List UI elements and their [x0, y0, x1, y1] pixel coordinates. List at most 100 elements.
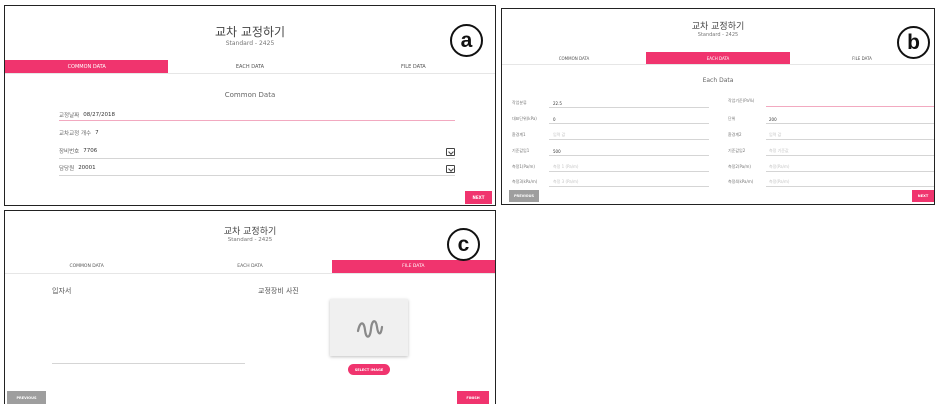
row-3-left[interactable]: 환경계1 입력 값: [512, 132, 565, 138]
row-5-right-value: 측정(Pa/m): [769, 164, 790, 169]
row-4-right-label: 기준값입2: [728, 148, 746, 153]
section-title: Common Data: [224, 91, 276, 99]
date-field[interactable]: 교정날짜 08/27/2018: [59, 111, 115, 119]
row-2-left-underline: [549, 123, 709, 124]
row-4-left-label: 기준값입1: [512, 148, 530, 153]
date-underline: [59, 120, 455, 121]
tab-file-data[interactable]: FILE DATA: [331, 260, 495, 273]
row-2-left-value: 0: [553, 116, 556, 122]
row-6-right-label: 측정4(kPa/m): [728, 179, 754, 184]
row-4-left[interactable]: 기준값입1 500: [512, 148, 561, 154]
tab-bar: COMMON DATA EACH DATA FILE DATA: [5, 60, 495, 74]
row-3-right-value: 입력 값: [769, 132, 782, 137]
row-4-right[interactable]: 기준값입2 측정 기준값: [728, 148, 789, 154]
row-5-right-underline: [766, 171, 934, 172]
manager-label: 담당원: [59, 166, 75, 172]
row-1-right[interactable]: 작업기준(Pa%): [728, 98, 769, 104]
tab-common-data[interactable]: COMMON DATA: [5, 60, 169, 73]
row-2-left-label: 대표단위(kPa): [512, 116, 537, 121]
photo-label: 교정장비 사진: [258, 287, 299, 295]
finish-button[interactable]: FINISH: [457, 391, 489, 404]
equipment-value: 7706: [83, 148, 98, 154]
row-6-right-underline: [766, 186, 934, 187]
row-1-right-label: 작업기준(Pa%): [728, 98, 755, 103]
date-label: 교정날짜: [59, 113, 80, 119]
tab-common-data[interactable]: COMMON DATA: [502, 52, 646, 64]
row-1-left[interactable]: 작업분류 22.5: [512, 100, 562, 106]
panel-file-data: 교차 교정하기 Standard - 2425 COMMON DATA EACH…: [4, 210, 496, 404]
row-2-right-value: 200: [769, 116, 777, 122]
row-6-right[interactable]: 측정4(kPa/m) 측정(Pa/m): [728, 179, 789, 185]
row-4-right-underline: [766, 155, 934, 156]
badge-c: c: [447, 228, 480, 261]
row-3-left-underline: [549, 139, 709, 140]
row-6-left-label: 측정3(kPa/m): [512, 179, 538, 184]
row-3-right-underline: [766, 139, 934, 140]
page-subtitle: Standard - 2425: [697, 32, 739, 38]
tab-each-data[interactable]: EACH DATA: [168, 260, 331, 273]
row-6-left[interactable]: 측정3(kPa/m) 측정 3 (Pa/m): [512, 179, 579, 185]
next-button[interactable]: NEXT: [912, 190, 934, 202]
manager-value: 20001: [78, 165, 96, 171]
equipment-dropdown-icon[interactable]: [446, 148, 455, 156]
manager-underline: [59, 175, 455, 176]
panel-each-data: 교차 교정하기 Standard - 2425 COMMON DATA EACH…: [501, 8, 935, 205]
panel-common-data: 교차 교정하기 Standard - 2425 COMMON DATA EACH…: [4, 5, 496, 206]
page-title: 교차 교정하기: [691, 22, 745, 32]
row-1-left-label: 작업분류: [512, 100, 527, 105]
tab-each-data[interactable]: EACH DATA: [646, 52, 790, 64]
row-3-right-label: 환경계2: [728, 132, 742, 137]
count-value: 7: [95, 130, 99, 136]
tab-bar: COMMON DATA EACH DATA FILE DATA: [5, 260, 495, 274]
tab-file-data[interactable]: FILE DATA: [332, 60, 495, 73]
row-1-left-underline: [549, 107, 709, 108]
row-6-left-underline: [549, 186, 709, 187]
row-3-left-label: 환경계1: [512, 132, 526, 137]
photo-preview: [330, 299, 408, 356]
row-5-left[interactable]: 측정1(Pa/m) 측정 1 (Pa/m): [512, 164, 579, 170]
row-1-right-underline: [766, 106, 934, 107]
page-title: 교차 교정하기: [214, 25, 286, 39]
previous-button[interactable]: PREVIOUS: [509, 190, 539, 202]
count-label: 교차교정 개수: [59, 131, 92, 137]
previous-button[interactable]: PREVIOUS: [7, 391, 46, 404]
row-6-left-value: 측정 3 (Pa/m): [553, 179, 579, 184]
page-subtitle: Standard - 2425: [227, 237, 273, 243]
tab-common-data[interactable]: COMMON DATA: [5, 260, 168, 273]
row-5-right-label: 측정2(Pa/m): [728, 164, 751, 169]
row-2-right-label: 단위: [728, 116, 736, 121]
manager-field[interactable]: 담당원 20001: [59, 164, 96, 172]
squiggle-photo-placeholder-icon: [356, 320, 384, 338]
row-1-left-value: 22.5: [553, 100, 562, 106]
badge-a: a: [450, 24, 483, 57]
row-5-left-underline: [549, 171, 709, 172]
equipment-field[interactable]: 장비번호 7706: [59, 147, 97, 155]
equipment-underline: [59, 158, 455, 159]
row-3-right[interactable]: 환경계2 입력 값: [728, 132, 781, 138]
equipment-label: 장비번호: [59, 149, 80, 155]
row-4-left-underline: [549, 155, 709, 156]
count-field[interactable]: 교차교정 개수 7: [59, 129, 99, 137]
select-image-button[interactable]: SELECT IMAGE: [348, 364, 390, 375]
section-title: Each Data: [702, 77, 734, 84]
row-5-left-value: 측정 1 (Pa/m): [553, 164, 579, 169]
signature-line[interactable]: [52, 363, 245, 364]
row-4-left-value: 500: [553, 148, 561, 154]
row-2-left[interactable]: 대표단위(kPa) 0: [512, 116, 556, 122]
row-5-right[interactable]: 측정2(Pa/m) 측정(Pa/m): [728, 164, 789, 170]
row-6-right-value: 측정(Pa/m): [769, 179, 790, 184]
row-5-left-label: 측정1(Pa/m): [512, 164, 535, 169]
manager-dropdown-icon[interactable]: [446, 165, 455, 173]
row-2-right[interactable]: 단위 200: [728, 116, 777, 122]
tab-each-data[interactable]: EACH DATA: [168, 60, 331, 73]
next-button[interactable]: NEXT: [465, 191, 492, 204]
date-value: 08/27/2018: [83, 112, 115, 118]
row-2-right-underline: [766, 123, 934, 124]
signature-label: 입자서: [52, 287, 72, 295]
row-4-right-value: 측정 기준값: [769, 148, 789, 153]
page-subtitle: Standard - 2425: [225, 40, 275, 47]
badge-b: b: [897, 26, 930, 59]
row-3-left-value: 입력 값: [553, 132, 566, 137]
tab-bar: COMMON DATA EACH DATA FILE DATA: [502, 52, 934, 65]
page-title: 교차 교정하기: [223, 227, 277, 237]
